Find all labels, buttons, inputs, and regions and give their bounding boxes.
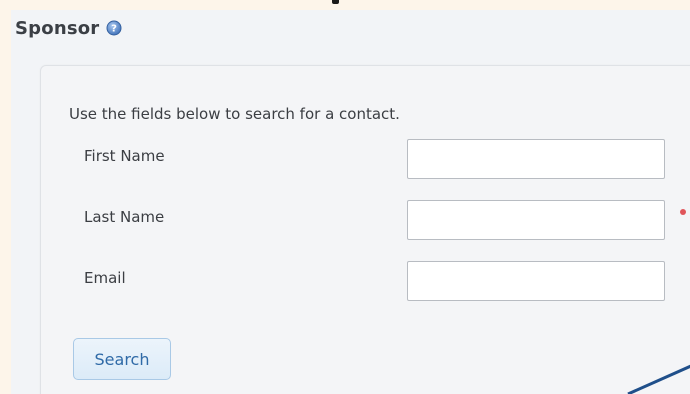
- last-name-label: Last Name: [84, 208, 165, 226]
- contact-search-card: Use the fields below to search for a con…: [40, 65, 690, 394]
- svg-text:?: ?: [111, 24, 117, 35]
- first-name-label: First Name: [84, 147, 165, 165]
- help-icon[interactable]: ?: [106, 20, 122, 36]
- email-input[interactable]: [407, 261, 665, 301]
- section-header: Sponsor ?: [11, 10, 122, 46]
- section-title: Sponsor: [15, 17, 100, 39]
- page-margin: [0, 0, 11, 394]
- email-label: Email: [84, 269, 126, 287]
- overlay-fragment: [332, 0, 339, 4]
- page: Sponsor ? Use the fields below to search…: [0, 0, 690, 394]
- first-name-input[interactable]: [407, 139, 665, 179]
- instructions-text: Use the fields below to search for a con…: [69, 105, 400, 123]
- sponsor-panel: Sponsor ? Use the fields below to search…: [11, 10, 690, 394]
- required-indicator: [680, 209, 686, 215]
- search-button[interactable]: Search: [73, 338, 171, 380]
- last-name-input[interactable]: [407, 200, 665, 240]
